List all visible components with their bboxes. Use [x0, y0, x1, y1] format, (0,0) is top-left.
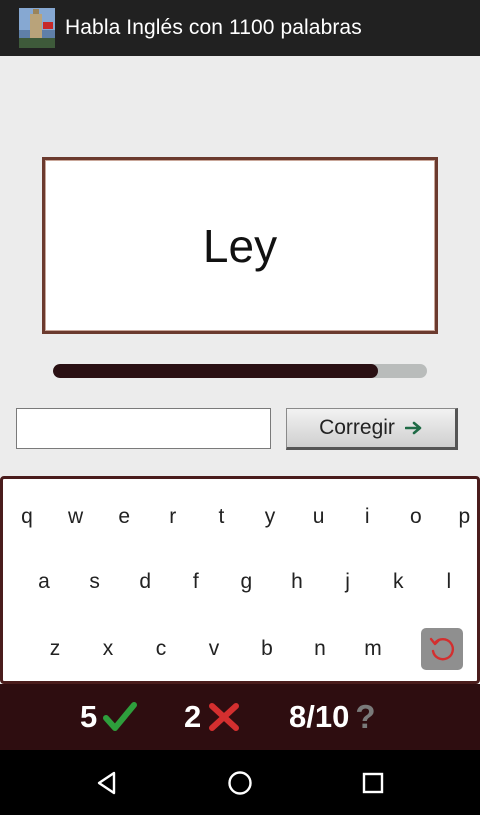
word-card: Ley: [42, 157, 438, 334]
key-p[interactable]: p: [444, 497, 480, 537]
correct-score: 5: [80, 684, 138, 750]
home-icon: [228, 771, 252, 795]
key-o[interactable]: o: [396, 497, 436, 537]
undo-button[interactable]: [421, 628, 463, 670]
correct-button-label: Corregir: [319, 416, 395, 439]
key-u[interactable]: u: [299, 497, 339, 537]
key-q[interactable]: q: [7, 497, 47, 537]
keyboard: qwertyuiop asdfghjkl zxcvbnm: [0, 476, 480, 684]
progress-bar: [53, 364, 427, 378]
nav-bar: [0, 750, 480, 815]
check-icon: [103, 702, 138, 731]
progress-fill: [53, 364, 379, 378]
key-a[interactable]: a: [24, 562, 64, 602]
key-e[interactable]: e: [104, 497, 144, 537]
key-v[interactable]: v: [194, 629, 234, 669]
app-icon: [19, 8, 55, 48]
progress-score: 8/10 ?: [289, 684, 376, 750]
key-g[interactable]: g: [226, 562, 266, 602]
key-t[interactable]: t: [201, 497, 241, 537]
key-d[interactable]: d: [125, 562, 165, 602]
recents-button[interactable]: [358, 768, 388, 798]
title-bar: Habla Inglés con 1100 palabras: [0, 0, 480, 56]
key-y[interactable]: y: [250, 497, 290, 537]
correct-button[interactable]: Corregir: [286, 408, 458, 450]
key-i[interactable]: i: [347, 497, 387, 537]
key-r[interactable]: r: [153, 497, 193, 537]
key-z[interactable]: z: [35, 629, 75, 669]
score-bar: 5 2 8/10 ?: [0, 684, 480, 750]
question-icon: ?: [355, 698, 376, 735]
wrong-count: 2: [184, 699, 202, 734]
progress-count: 8/10: [289, 699, 350, 734]
back-button[interactable]: [92, 768, 122, 798]
key-j[interactable]: j: [328, 562, 368, 602]
key-w[interactable]: w: [56, 497, 96, 537]
key-m[interactable]: m: [353, 629, 393, 669]
key-b[interactable]: b: [247, 629, 287, 669]
key-k[interactable]: k: [378, 562, 418, 602]
key-n[interactable]: n: [300, 629, 340, 669]
wrong-score: 2: [184, 684, 241, 750]
correct-count: 5: [80, 699, 98, 734]
recents-icon: [362, 772, 384, 794]
arrow-right-icon: [404, 421, 422, 435]
key-s[interactable]: s: [75, 562, 115, 602]
answer-input[interactable]: [16, 408, 271, 449]
home-button[interactable]: [225, 768, 255, 798]
key-x[interactable]: x: [88, 629, 128, 669]
cross-icon: [209, 703, 240, 731]
key-f[interactable]: f: [176, 562, 216, 602]
app-title: Habla Inglés con 1100 palabras: [65, 16, 362, 39]
back-icon: [97, 771, 116, 795]
key-c[interactable]: c: [141, 629, 181, 669]
key-l[interactable]: l: [429, 562, 469, 602]
undo-icon: [429, 637, 454, 661]
word-text: Ley: [202, 219, 278, 272]
key-h[interactable]: h: [277, 562, 317, 602]
